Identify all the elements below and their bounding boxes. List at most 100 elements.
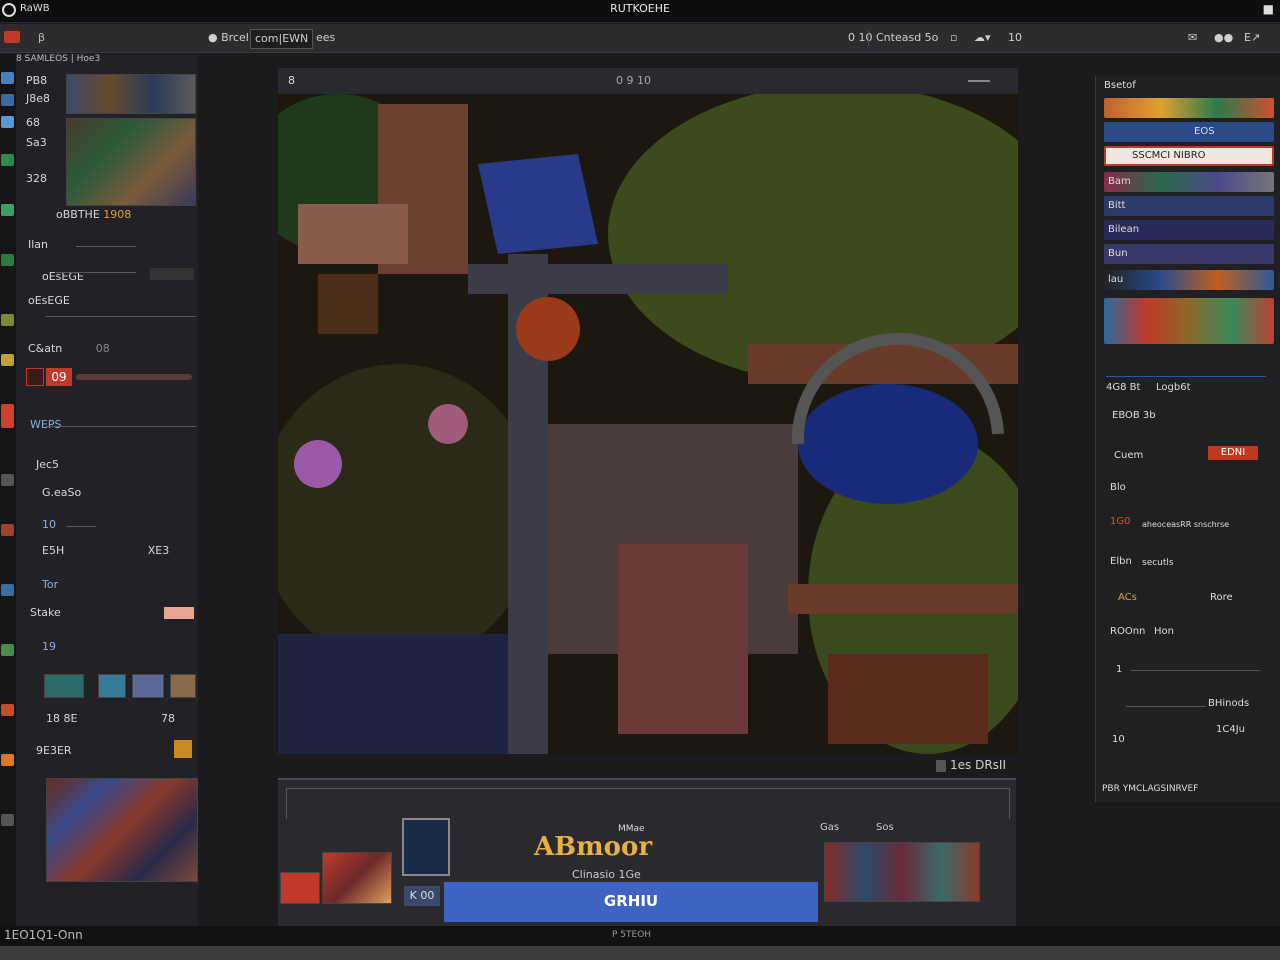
scene-preview-thumbnail[interactable] [46, 778, 198, 882]
toolbar-right-3[interactable]: 10 [1004, 29, 1026, 47]
right-row-5-label: Bilean [1108, 224, 1140, 235]
slider-track[interactable] [56, 272, 136, 273]
lock-icon[interactable]: ■ [1263, 2, 1274, 16]
selected-swatch[interactable] [26, 368, 44, 386]
asset-panel-frame [286, 788, 1010, 819]
left-row-14-label: 10 [42, 518, 56, 531]
right-row-7[interactable]: lau [1104, 270, 1274, 290]
asset-thumb-1[interactable] [280, 872, 320, 904]
prop-value-3[interactable]: EDNI [1208, 446, 1258, 460]
toolbar-right-2[interactable]: Cnteasd 5o [872, 29, 942, 47]
left-row-15[interactable]: E5H XE3 [42, 544, 212, 562]
tile-thumb-2[interactable] [98, 674, 126, 698]
toolbar-separator [868, 30, 869, 46]
fill-icon[interactable] [1, 154, 14, 166]
left-row-12[interactable]: Jec5 [36, 458, 206, 476]
title-bar: RaWB RUTKOEHE ■ [0, 0, 1280, 23]
right-row-selected[interactable]: SSCMCI NIBRO [1104, 146, 1274, 166]
stamp-icon[interactable] [1, 204, 14, 216]
tile-thumb-1[interactable] [44, 674, 84, 698]
move-icon[interactable] [1, 94, 14, 106]
asset-thumb-2[interactable] [322, 852, 392, 904]
play-icon[interactable] [1, 524, 14, 536]
left-row-6-label: oBBTHE [56, 208, 100, 221]
primary-action-button[interactable]: GRHIU [444, 882, 818, 922]
right-row-4[interactable]: Bitt [1104, 196, 1274, 216]
settings-icon[interactable] [1, 814, 14, 826]
left-row-19[interactable]: 18 8E 78 [46, 712, 216, 730]
toolbar-item-1[interactable]: ● Brcel [204, 29, 253, 47]
level-canvas[interactable] [278, 94, 1018, 754]
left-row-16[interactable]: Tor [42, 578, 212, 596]
prop-label-2: EBOB 3b [1112, 410, 1156, 421]
pin-icon[interactable]: 8 [288, 74, 295, 87]
prop-value-11: 1C4Ju [1216, 724, 1245, 735]
status-center: P 5TEOH [612, 930, 652, 940]
left-row-1[interactable]: PB8 [26, 74, 196, 92]
zoom-icon[interactable] [1, 584, 14, 596]
record-tool-icon[interactable] [1, 404, 14, 428]
left-row-5[interactable]: 328 [26, 172, 196, 190]
palette-row-1[interactable] [1104, 98, 1274, 118]
left-row-7[interactable]: Ilan [28, 238, 198, 256]
asset-thumb-3[interactable] [402, 818, 450, 876]
left-row-2[interactable]: J8e8 [26, 92, 196, 110]
selected-slider[interactable] [76, 374, 192, 380]
chat-icon[interactable]: ✉ [1184, 29, 1201, 47]
layers-tool-icon[interactable] [1, 704, 14, 716]
divider [76, 246, 136, 247]
pencil-icon[interactable] [1, 116, 14, 128]
warning-chip[interactable] [174, 740, 192, 758]
eyedropper-icon[interactable] [1, 354, 14, 366]
asset-count[interactable]: K 00 [404, 886, 440, 906]
toolbar-item-2[interactable]: com|EWN [250, 29, 314, 49]
tileset-palette[interactable] [1104, 298, 1274, 344]
left-row-18[interactable]: 19 [42, 640, 212, 658]
cloud-icon[interactable]: ☁▾ [970, 29, 995, 47]
right-row-6[interactable]: Bun [1104, 244, 1274, 264]
record-icon[interactable] [4, 31, 20, 43]
zoom-label[interactable]: 1es DRsII [950, 758, 1006, 772]
zoom-icon[interactable] [936, 760, 946, 772]
right-row-3[interactable]: Bam [1104, 172, 1274, 192]
left-row-13[interactable]: G.eaSo [42, 486, 212, 504]
left-row-10[interactable]: C&atn 08 [28, 342, 198, 360]
color-icon[interactable] [1, 754, 14, 766]
left-row-11[interactable]: WEPS [30, 418, 200, 436]
left-icon-strip [0, 54, 16, 934]
left-row-5-label: 328 [26, 172, 47, 185]
left-row-17-label: Stake [30, 606, 61, 619]
left-row-4[interactable]: Sa3 [26, 136, 196, 154]
left-row-11-label: WEPS [30, 418, 62, 431]
slider-track[interactable] [1126, 706, 1206, 707]
slider-value-box[interactable] [150, 268, 194, 280]
brush-icon[interactable]: β [34, 29, 49, 47]
left-row-3[interactable]: 68 [26, 116, 196, 134]
slider-track[interactable] [1130, 670, 1260, 671]
tile-thumb-4[interactable] [170, 674, 196, 698]
toolbar-item-3[interactable]: ees [312, 29, 339, 47]
right-row-eos[interactable]: EOS [1104, 122, 1274, 142]
hand-icon[interactable] [1, 644, 14, 656]
left-row-14[interactable]: 10 [42, 518, 212, 536]
color-chip[interactable] [164, 607, 194, 619]
bottom-strip [0, 946, 1280, 960]
select-icon[interactable] [1, 72, 14, 84]
left-row-20-label: 9E3ER [36, 744, 72, 757]
level-map[interactable] [278, 94, 1018, 754]
left-row-19-label: 18 8E [46, 712, 78, 725]
asset-thumb-group[interactable] [824, 842, 980, 902]
left-row-9[interactable]: oEsEGE [28, 294, 198, 312]
layers-icon[interactable]: ▫ [946, 29, 961, 47]
users-icon[interactable]: ●● [1210, 29, 1237, 47]
shape-icon[interactable] [1, 314, 14, 326]
status-bar: 1EO1Q1-Onn P 5TEOH [0, 926, 1280, 946]
eraser-icon[interactable] [1, 254, 14, 266]
minimize-icon[interactable] [968, 80, 990, 82]
grid-icon[interactable] [1, 474, 14, 486]
tile-thumb-3[interactable] [132, 674, 164, 698]
left-row-6[interactable]: oBBTHE 1908 [56, 208, 226, 226]
right-row-5[interactable]: Bilean [1104, 220, 1274, 240]
export-icon[interactable]: E↗ [1240, 29, 1264, 47]
selected-value[interactable]: 09 [46, 368, 72, 386]
